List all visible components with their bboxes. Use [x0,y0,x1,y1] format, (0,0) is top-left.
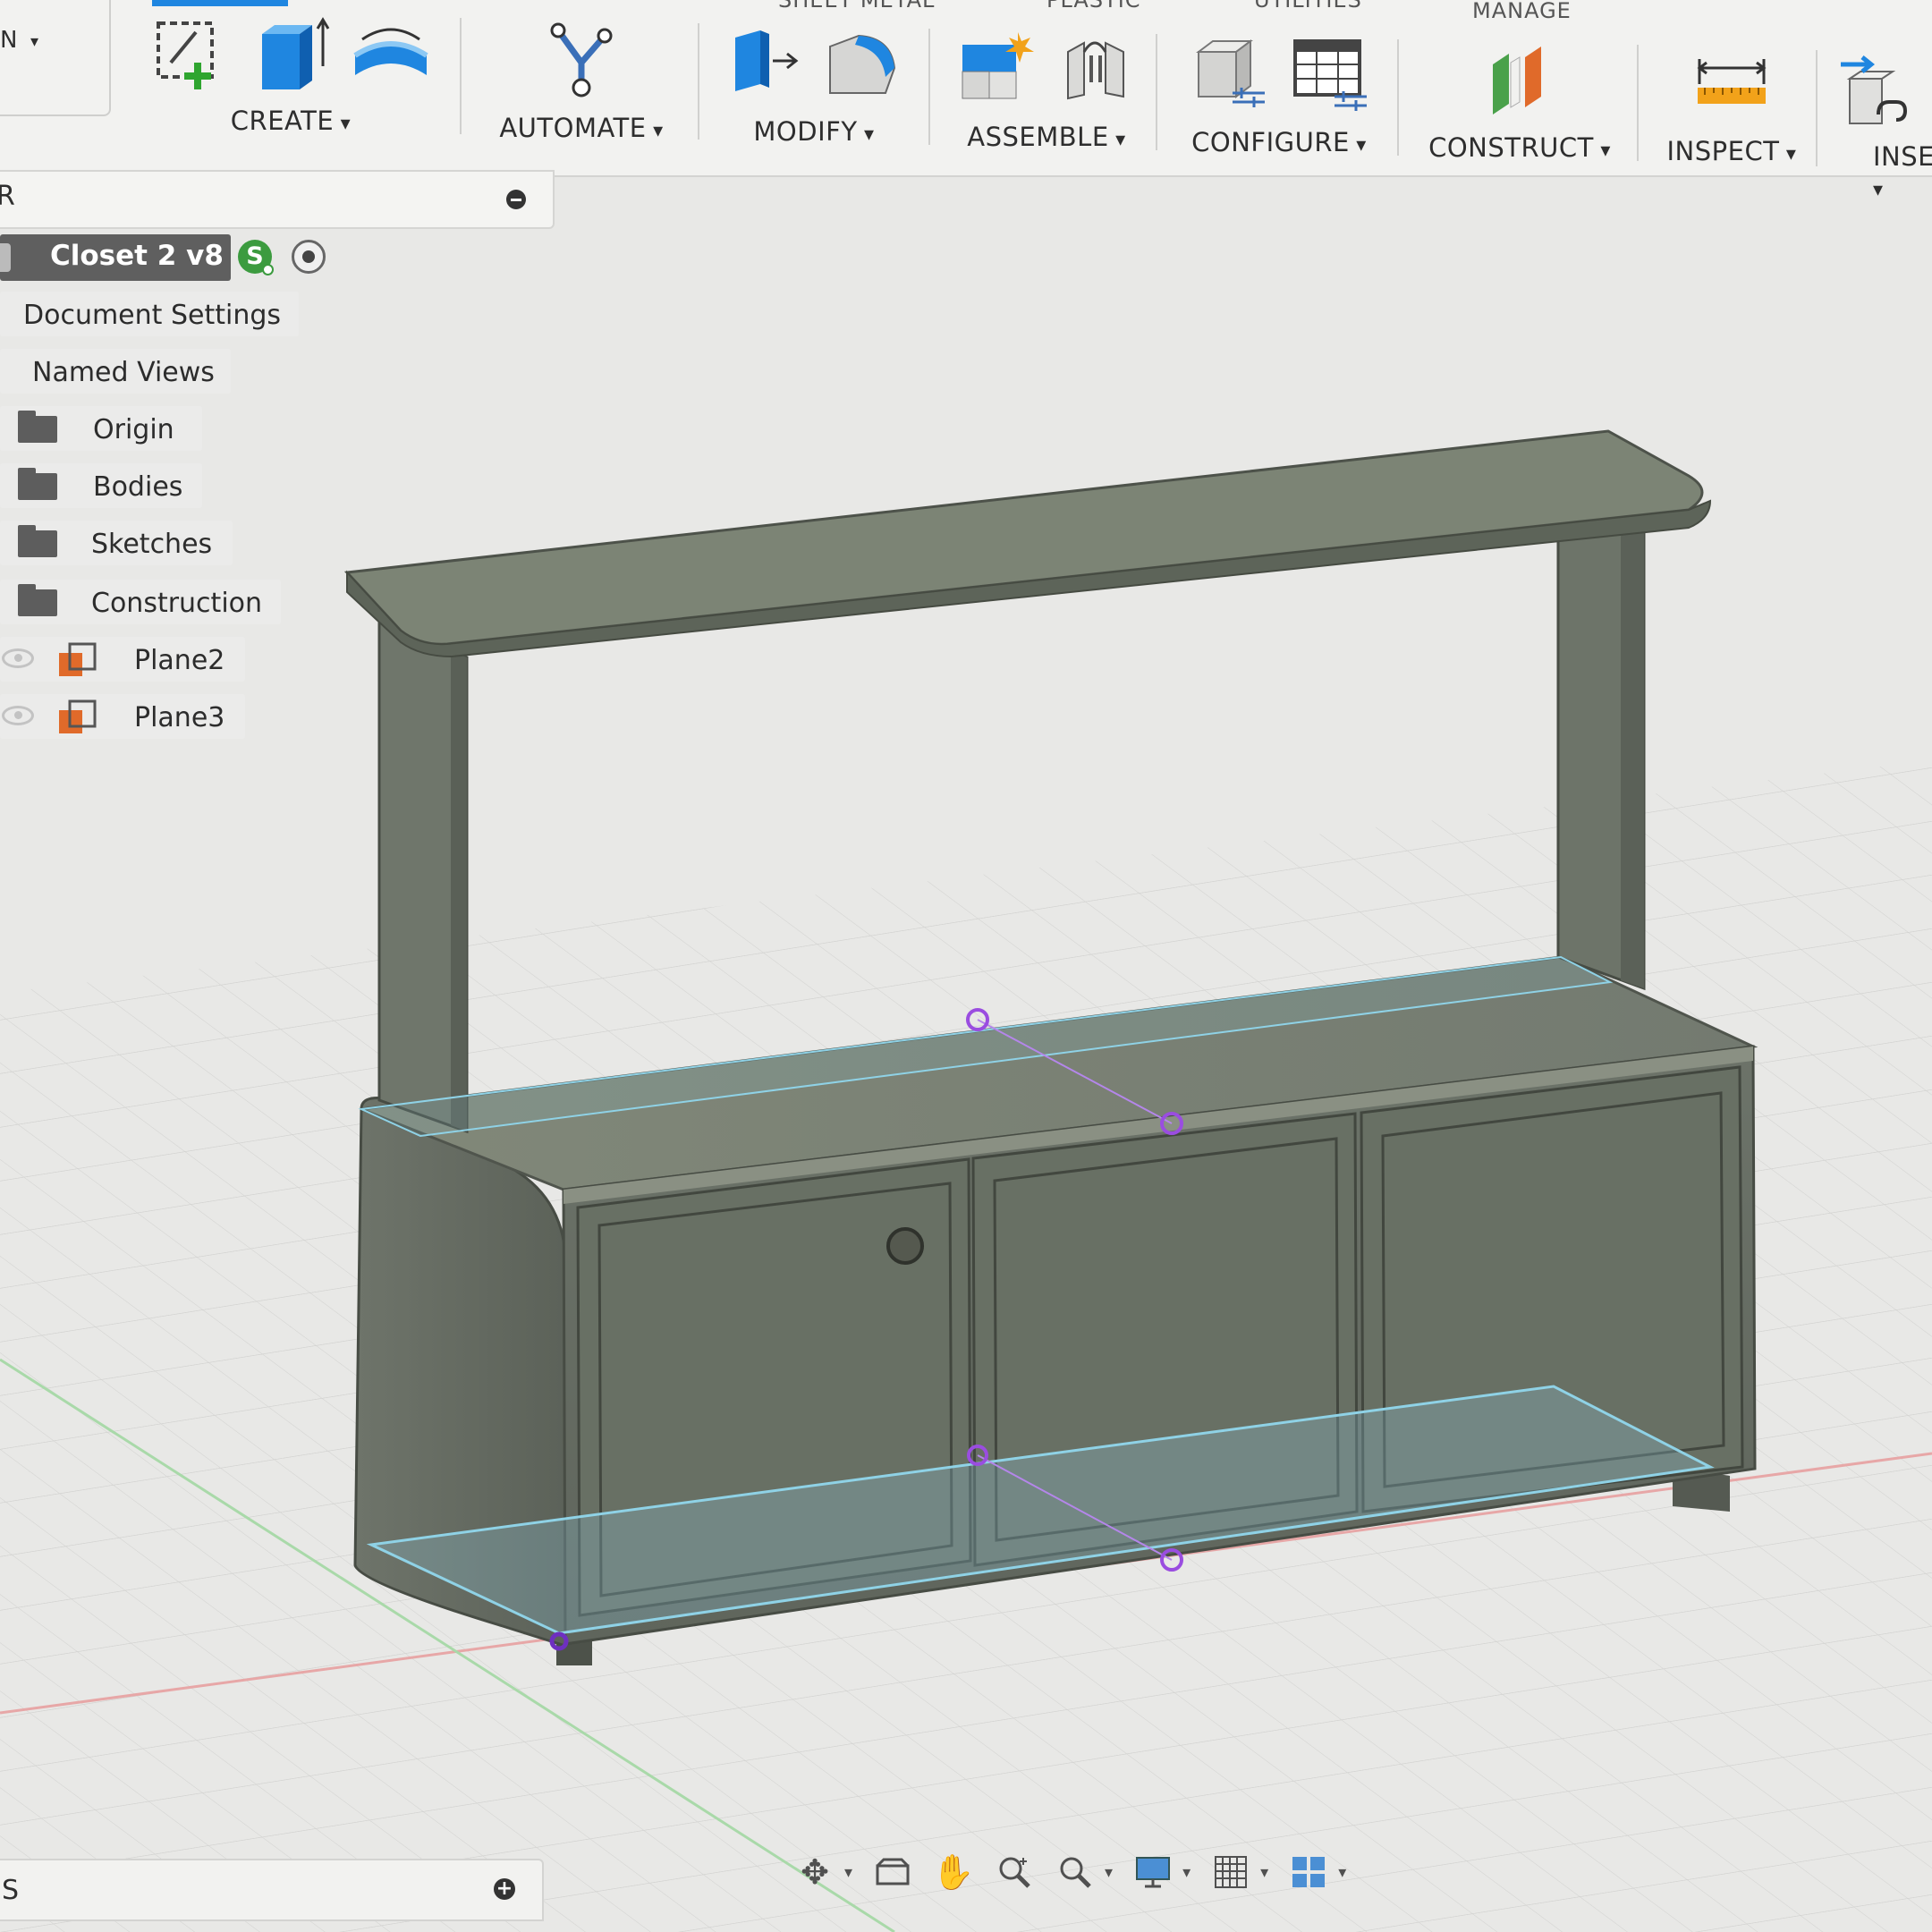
toolbar-divider [1637,45,1639,161]
revolve-icon[interactable] [350,13,432,95]
browser-item-label: Document Settings [23,300,282,331]
press-pull-icon[interactable] [723,21,805,104]
assemble-group: ASSEMBLE [948,0,1145,175]
browser-item-label: Named Views [32,357,215,388]
zoom-icon[interactable] [987,1847,1042,1897]
assemble-menu-label[interactable]: ASSEMBLE [948,122,1145,152]
navigation-bar: ✥ ▾ ✋ ▾ ▾ ▾ ▾ [776,1843,1360,1902]
browser-item-label: Construction [91,588,263,619]
chevron-down-icon[interactable]: ▾ [1338,1863,1346,1882]
insert-menu-label[interactable]: INSERT [1834,141,1932,202]
browser-item-label: Plane3 [134,702,225,733]
new-component-icon[interactable] [955,25,1038,107]
configure-group: CONFIGURE [1172,0,1386,175]
modify-group: MODIFY [716,0,912,175]
insert-derive-icon[interactable] [1834,52,1916,134]
browser-item-bodies[interactable]: Bodies [0,463,202,508]
automate-icon[interactable] [540,18,623,100]
toolbar-divider [1156,34,1157,150]
orbit-icon[interactable]: ✥ [787,1847,843,1897]
activate-radio-icon[interactable] [292,240,326,274]
browser-item-construction[interactable]: Construction [0,580,281,624]
workspace-mode-label: N [0,27,18,54]
browser-item-label: Bodies [93,471,183,503]
folder-icon [18,584,57,616]
browser-item-label: Plane2 [134,645,225,676]
extrude-icon[interactable] [250,13,332,95]
plane-icon [59,699,97,733]
pan-icon[interactable]: ✋ [926,1847,981,1897]
workspace-mode-selector[interactable]: N ▾ [0,0,111,116]
create-menu-label[interactable]: CREATE [143,106,438,136]
look-at-icon[interactable] [865,1847,920,1897]
chevron-down-icon[interactable]: ▾ [844,1863,852,1882]
inspect-menu-label[interactable]: INSPECT [1651,136,1812,166]
construct-group: CONSTRUCT [1417,0,1623,175]
browser-header[interactable]: R [0,170,555,229]
canvas-viewport[interactable] [0,0,1932,1932]
browser-item-label: Sketches [91,529,213,560]
construct-menu-label[interactable]: CONSTRUCT [1417,132,1623,163]
comments-label: S [2,1875,20,1906]
chevron-down-icon[interactable]: ▾ [1260,1863,1268,1882]
browser-item-sketches[interactable]: Sketches [0,521,233,565]
configure-icon[interactable] [1188,30,1270,113]
component-icon [0,243,11,272]
grid-snap-icon[interactable] [1203,1847,1258,1897]
folder-icon [18,411,57,443]
fit-icon[interactable] [1047,1847,1103,1897]
toolbar: SHEET METAL PLASTIC UTILITIES MANAGE N ▾ [0,0,1932,177]
toolbar-divider [698,23,699,140]
chevron-down-icon[interactable]: ▾ [1182,1863,1191,1882]
automate-menu-label[interactable]: AUTOMATE [483,113,680,143]
chevron-down-icon: ▾ [30,32,39,51]
chevron-down-icon[interactable]: ▾ [1105,1863,1113,1882]
left-support-post-side [451,651,467,1131]
configure-table-icon[interactable] [1288,30,1370,113]
insert-group: INSERT [1834,0,1932,175]
browser-document-root[interactable]: Closet 2 v8 [0,234,231,281]
comments-panel[interactable]: S + [0,1859,544,1921]
browser-item-named-views[interactable]: Named Views [0,349,231,394]
joint-icon[interactable] [1055,25,1138,107]
create-sketch-icon[interactable] [149,13,232,95]
modify-menu-label[interactable]: MODIFY [716,116,912,147]
right-support-post-side [1621,528,1644,988]
browser-header-label: R [0,181,15,212]
browser-item-label: Origin [93,414,174,445]
toolbar-divider [1397,39,1399,156]
plane-icon [59,642,97,676]
browser-item-plane2[interactable]: Plane2 [0,637,245,682]
toolbar-divider [928,29,930,145]
document-name: Closet 2 v8 [50,240,224,272]
browser-item-origin[interactable]: Origin [0,406,202,451]
door-handle-knob[interactable] [886,1227,924,1265]
folder-icon [18,525,57,557]
toolbar-divider [460,18,462,134]
inspect-group: INSPECT [1651,0,1812,175]
folder-icon [18,468,57,500]
automate-group: AUTOMATE [483,0,680,175]
offset-plane-icon[interactable] [1479,38,1561,120]
measure-icon[interactable] [1690,45,1773,127]
viewports-icon[interactable] [1281,1847,1336,1897]
fillet-icon[interactable] [823,21,905,104]
create-group: CREATE [143,0,438,175]
add-comment-icon[interactable]: + [494,1878,515,1900]
toolbar-divider [1816,50,1818,166]
visibility-eye-icon[interactable] [2,706,34,725]
display-settings-icon[interactable] [1125,1847,1181,1897]
browser-item-document-settings[interactable]: Document Settings [0,292,299,336]
configure-menu-label[interactable]: CONFIGURE [1172,127,1386,157]
collapse-icon[interactable] [506,190,526,209]
browser-item-plane3[interactable]: Plane3 [0,694,245,739]
visibility-eye-icon[interactable] [2,648,34,668]
share-status-icon[interactable]: S [238,240,274,275]
